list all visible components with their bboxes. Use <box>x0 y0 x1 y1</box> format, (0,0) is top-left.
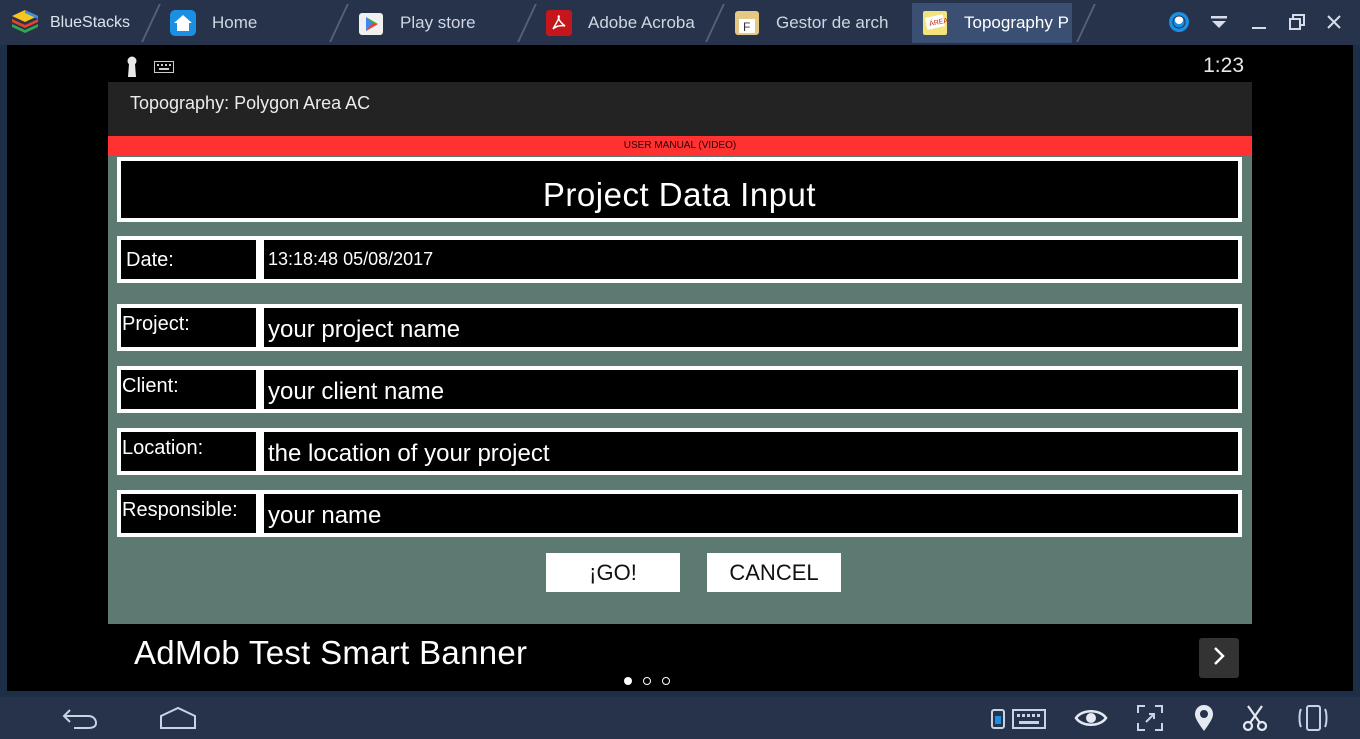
file-manager-icon: F <box>734 10 760 36</box>
topography-app-icon: ÁREA <box>922 10 948 36</box>
ad-page-indicator <box>624 677 670 685</box>
user-manual-link[interactable]: USER MANUAL (VIDEO) <box>108 136 1252 156</box>
tab-file-manager[interactable]: F Gestor de arch <box>724 3 894 43</box>
responsible-input[interactable]: your name <box>264 494 1238 533</box>
adobe-acrobat-icon <box>546 10 572 36</box>
date-value-text: 13:18:48 05/08/2017 <box>268 249 434 269</box>
tab-label: Play store <box>400 13 476 32</box>
go-button[interactable]: ¡GO! <box>546 553 680 592</box>
location-input-text: the location of your project <box>268 440 550 467</box>
page-dot <box>643 677 651 685</box>
responsible-label-box: Responsible: <box>121 494 256 533</box>
home-icon <box>170 10 196 36</box>
ad-banner-text[interactable]: AdMob Test Smart Banner <box>134 634 527 672</box>
restore-icon[interactable] <box>1284 8 1310 36</box>
svg-text:F: F <box>743 20 750 34</box>
tab-play-store[interactable]: Play store <box>348 3 523 43</box>
bluestacks-brand: BlueStacks <box>10 8 130 38</box>
location-label-box: Location: <box>121 432 256 471</box>
tab-separator <box>141 4 161 42</box>
minimize-icon[interactable] <box>1246 8 1272 36</box>
chevron-right-icon <box>1211 646 1227 671</box>
tab-label: Adobe Acroba <box>588 13 695 32</box>
android-status-bar: 1:23 <box>108 52 1252 82</box>
keymapping-icon[interactable] <box>988 703 1048 733</box>
status-time: 1:23 <box>1203 54 1244 77</box>
project-input[interactable]: your project name <box>264 308 1238 347</box>
location-input[interactable]: the location of your project <box>264 432 1238 471</box>
tab-separator <box>1076 4 1096 42</box>
tab-separator <box>705 4 725 42</box>
page-dot-active <box>624 677 632 685</box>
client-label-box: Client: <box>121 370 256 409</box>
tab-adobe-acrobat[interactable]: Adobe Acroba <box>536 3 701 43</box>
play-store-icon <box>358 10 384 36</box>
client-input-text: your client name <box>268 378 445 405</box>
project-input-text: your project name <box>268 316 461 343</box>
project-label: Project: <box>122 313 190 335</box>
date-label: Date: <box>126 249 174 271</box>
date-label-box: Date: <box>121 240 256 279</box>
client-label: Client: <box>122 375 179 397</box>
ad-next-button[interactable] <box>1199 638 1239 678</box>
location-icon[interactable] <box>1190 703 1218 733</box>
title-bar: BlueStacks Home Play store Adobe Acroba <box>0 0 1360 45</box>
heading-box: Project Data Input <box>121 161 1238 218</box>
project-label-box: Project: <box>121 308 256 347</box>
fullscreen-icon[interactable] <box>1133 703 1167 733</box>
tab-home[interactable]: Home <box>160 3 335 43</box>
account-icon[interactable] <box>1166 8 1192 36</box>
client-input[interactable]: your client name <box>264 370 1238 409</box>
tab-label: Home <box>212 13 258 32</box>
location-label: Location: <box>122 437 204 459</box>
app-action-bar: Topography: Polygon Area AC <box>108 82 1252 136</box>
bluestacks-logo-icon <box>10 8 40 39</box>
responsible-input-text: your name <box>268 502 382 529</box>
home-icon[interactable] <box>156 703 200 733</box>
eye-icon[interactable] <box>1072 703 1110 733</box>
rotate-device-icon[interactable] <box>1296 703 1330 733</box>
cancel-button[interactable]: CANCEL <box>707 553 841 592</box>
responsible-label: Responsible: <box>122 499 238 521</box>
page-dot <box>662 677 670 685</box>
back-icon[interactable] <box>58 703 102 733</box>
app-title: Topography: Polygon Area AC <box>130 93 371 113</box>
tab-topography[interactable]: ÁREA Topography P <box>912 3 1072 43</box>
tab-label: Gestor de arch <box>776 13 889 32</box>
tab-label: Topography P <box>964 13 1069 32</box>
dropdown-icon[interactable] <box>1206 8 1232 36</box>
bluestacks-title: BlueStacks <box>50 14 131 31</box>
keyhole-icon <box>126 56 138 83</box>
bluestacks-nav-bar <box>0 697 1360 739</box>
date-value: 13:18:48 05/08/2017 <box>264 240 1238 279</box>
form-heading: Project Data Input <box>542 176 817 213</box>
scissors-icon[interactable] <box>1240 703 1270 733</box>
keyboard-icon <box>154 60 174 78</box>
close-icon[interactable] <box>1321 8 1347 36</box>
